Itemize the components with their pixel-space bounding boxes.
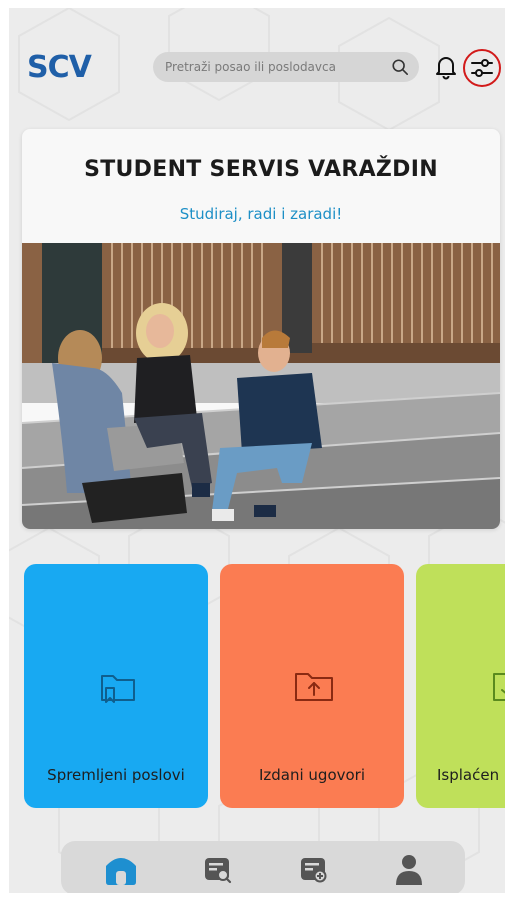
search-input[interactable] bbox=[163, 59, 391, 75]
search-bar[interactable] bbox=[153, 52, 419, 82]
tile-label: Spremljeni poslovi bbox=[47, 766, 185, 784]
job-search-icon[interactable] bbox=[199, 852, 235, 886]
hero-subtitle: Studiraj, radi i zaradi! bbox=[179, 205, 343, 223]
hero-card: STUDENT SERVIS VARAŽDIN Studiraj, radi i… bbox=[22, 129, 500, 529]
tile-label: Isplaćen bbox=[437, 766, 500, 784]
tile-label: Izdani ugovori bbox=[258, 766, 366, 784]
app-logo[interactable]: SCV bbox=[27, 48, 92, 88]
tile-saved-jobs[interactable]: Spremljeni poslovi bbox=[24, 564, 208, 808]
bell-icon[interactable] bbox=[433, 54, 459, 80]
upload-folder-icon bbox=[295, 673, 333, 701]
bottom-navigation bbox=[61, 841, 465, 893]
app-screen: SCV STUDENT SERVIS VARAŽDIN Studiraj, ra… bbox=[9, 8, 505, 893]
profile-icon[interactable] bbox=[391, 852, 427, 886]
check-folder-icon bbox=[493, 673, 505, 701]
students-photo bbox=[22, 243, 500, 529]
tile-payouts[interactable]: Isplaćen bbox=[416, 564, 505, 808]
bookmark-folder-icon bbox=[101, 675, 135, 703]
home-icon[interactable] bbox=[103, 852, 139, 886]
hero-title: STUDENT SERVIS VARAŽDIN bbox=[84, 157, 438, 182]
tile-issued-contracts[interactable]: Izdani ugovori bbox=[220, 564, 404, 808]
filter-sliders-icon bbox=[471, 59, 493, 77]
filter-button[interactable] bbox=[463, 49, 501, 87]
search-icon[interactable] bbox=[391, 58, 409, 76]
add-job-icon[interactable] bbox=[295, 852, 331, 886]
